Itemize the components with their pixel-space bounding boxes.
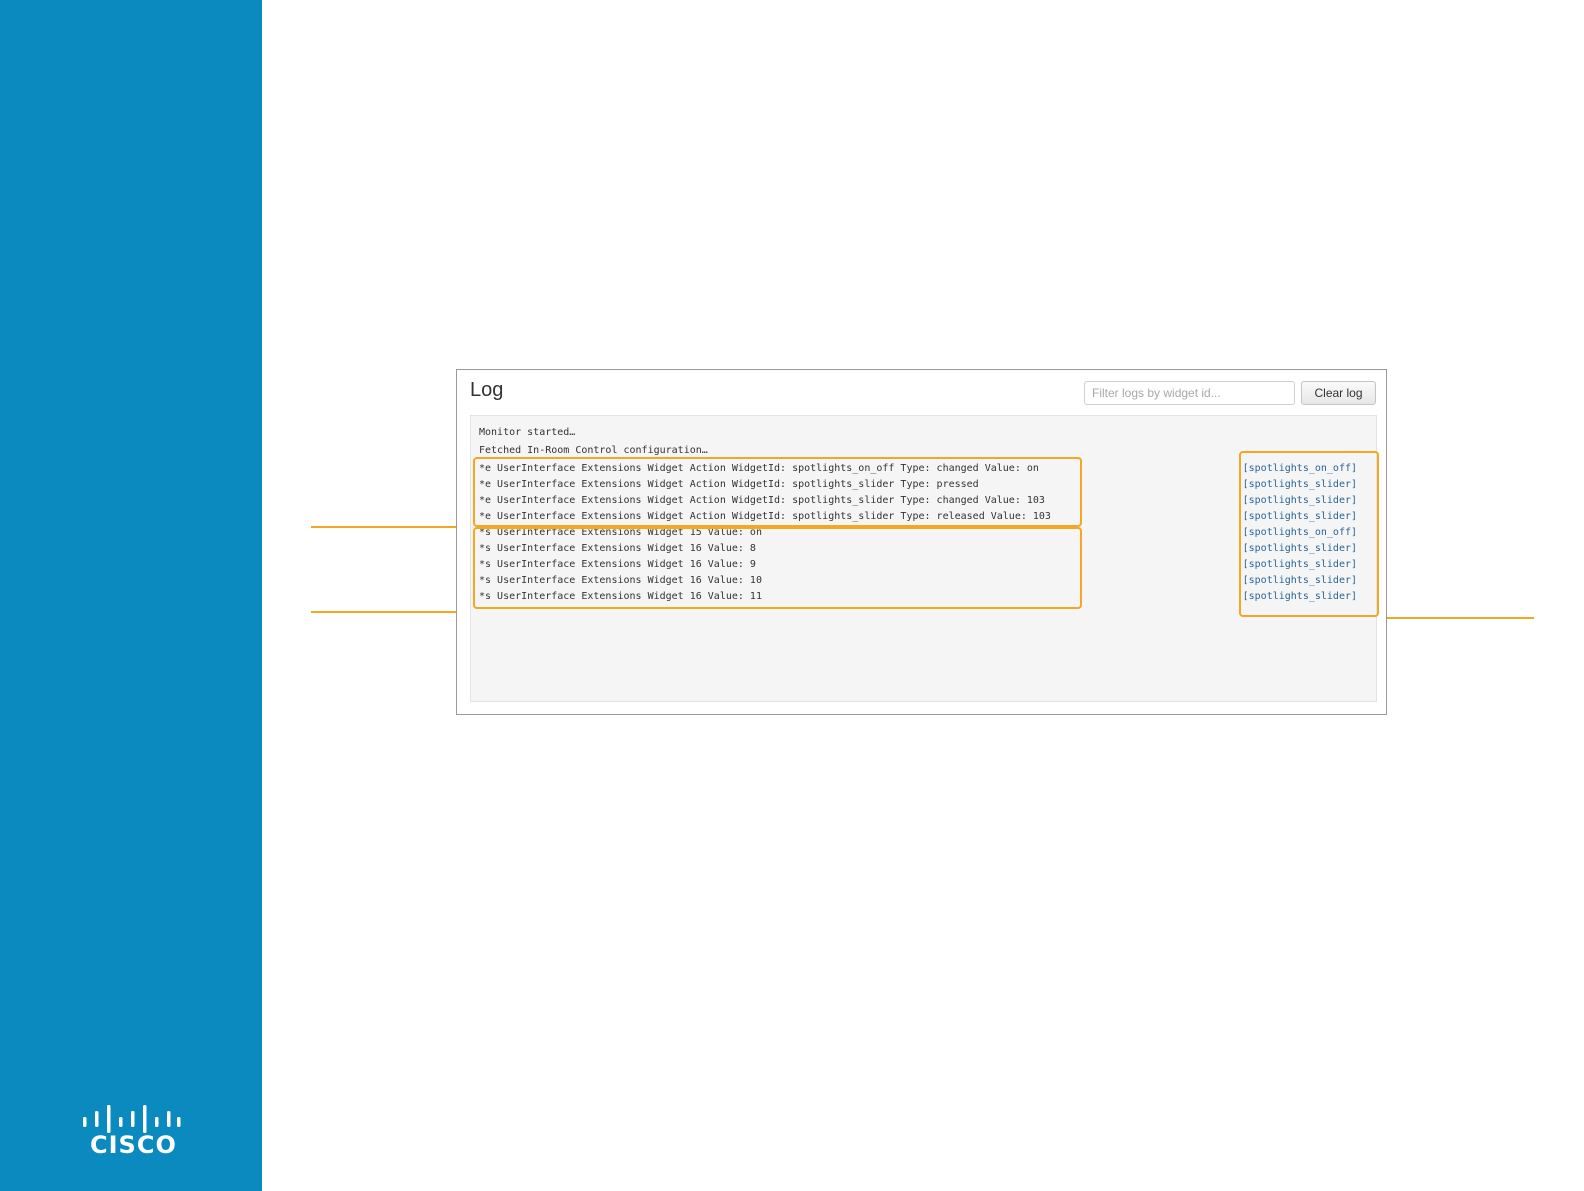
highlight-widget-ids [1239,451,1379,617]
log-panel-title: Log [470,379,504,401]
filter-logs-input[interactable] [1084,381,1295,405]
cisco-logo: CISCO [82,1105,182,1161]
callout-line-widget-ids [1368,617,1534,619]
log-line: Fetched In-Room Control configuration… [479,445,708,456]
cisco-wordmark: CISCO [90,1131,177,1159]
callout-line-actions [311,526,478,528]
highlight-status-events [473,527,1082,609]
cisco-bars-icon [83,1105,181,1133]
callout-line-status [311,611,478,613]
log-panel: Log Clear log Monitor started… Fetched I… [456,369,1387,715]
sidebar: CISCO [0,0,262,1191]
log-line: Monitor started… [479,427,576,438]
clear-log-button[interactable]: Clear log [1301,381,1376,405]
log-output[interactable]: Monitor started… Fetched In-Room Control… [470,415,1379,702]
highlight-action-events [473,457,1082,527]
